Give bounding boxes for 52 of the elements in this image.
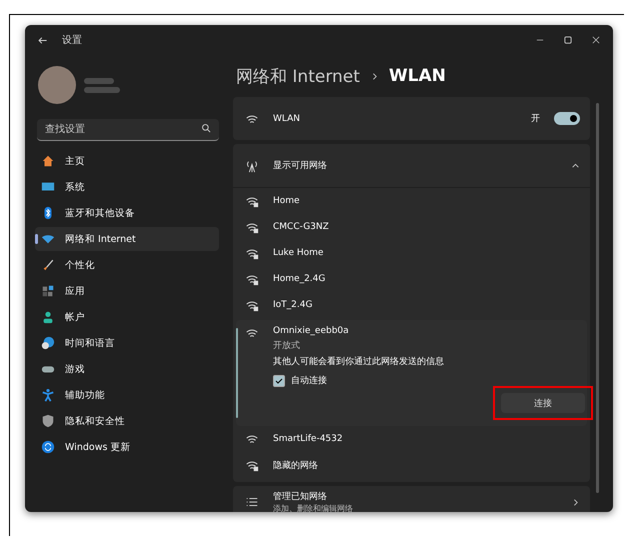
home-icon [41,154,55,168]
globe-clock-icon [41,336,55,350]
page-title: WLAN [388,66,446,86]
connect-button[interactable]: 连接 [501,393,585,413]
network-item[interactable]: Home_2.4G [233,266,590,292]
manage-networks-card[interactable]: 管理已知网络 添加、删除和编辑网络 [233,486,590,512]
nav-item[interactable]: 蓝牙和其他设备 [35,201,219,225]
close-icon [591,35,601,45]
back-arrow-icon [37,34,48,46]
network-name: Omnixie_eebb0a [273,326,350,336]
checkbox[interactable] [273,374,285,386]
nav-item[interactable]: Windows 更新 [35,435,219,459]
maximize-icon [563,35,573,45]
nav-item[interactable]: 隐私和安全性 [35,409,219,433]
network-item[interactable]: CMCC-G3NZ [233,214,590,240]
setting-description: 添加、删除和编辑网络 [273,503,354,512]
checkmark-icon [275,376,283,384]
setting-label: WLAN [273,114,302,124]
checkbox-label: 自动连接 [291,374,327,387]
shield-icon [41,414,55,428]
section-header[interactable]: 显示可用网络 [273,159,557,172]
nav-item[interactable]: 帐户 [35,305,219,329]
toggle-state-label: 开 [531,113,540,125]
sync-icon [41,440,55,454]
network-item[interactable]: IoT_2.4G [233,292,590,318]
setting-label: 管理已知网络 [273,490,328,503]
nav-item[interactable]: 个性化 [35,253,219,277]
brush-icon [41,258,55,272]
apps-icon [41,284,55,298]
person-icon [41,310,55,324]
security-type: 开放式 [273,340,301,352]
warning-text: 其他人可能会看到你通过此网络发送的信息 [273,356,445,368]
network-item[interactable]: 隐藏的网络 [233,452,590,478]
nav-item[interactable]: 辅助功能 [35,383,219,407]
nav-item[interactable]: 网络和 Internet [35,227,219,251]
window-title: 设置 [62,34,82,47]
network-item[interactable]: Luke Home [233,240,590,266]
accessibility-icon [41,388,55,402]
nav-item[interactable]: 游戏 [35,357,219,381]
avatar [38,66,76,104]
list-icon [245,495,259,509]
network-item[interactable]: SmartLife-4532 [233,426,590,452]
breadcrumb-link[interactable]: 网络和 Internet [236,64,360,88]
nav-item[interactable]: 系统 [35,175,219,199]
search-icon [201,123,211,133]
nav-item[interactable]: 时间和语言 [35,331,219,355]
toggle-switch[interactable] [554,112,580,125]
antenna-icon [245,158,259,172]
search-field[interactable]: 查找设置 [37,119,219,141]
network-item[interactable]: Home [233,188,590,214]
nav-item[interactable]: 主页 [35,149,219,173]
nav-item[interactable]: 应用 [35,279,219,303]
